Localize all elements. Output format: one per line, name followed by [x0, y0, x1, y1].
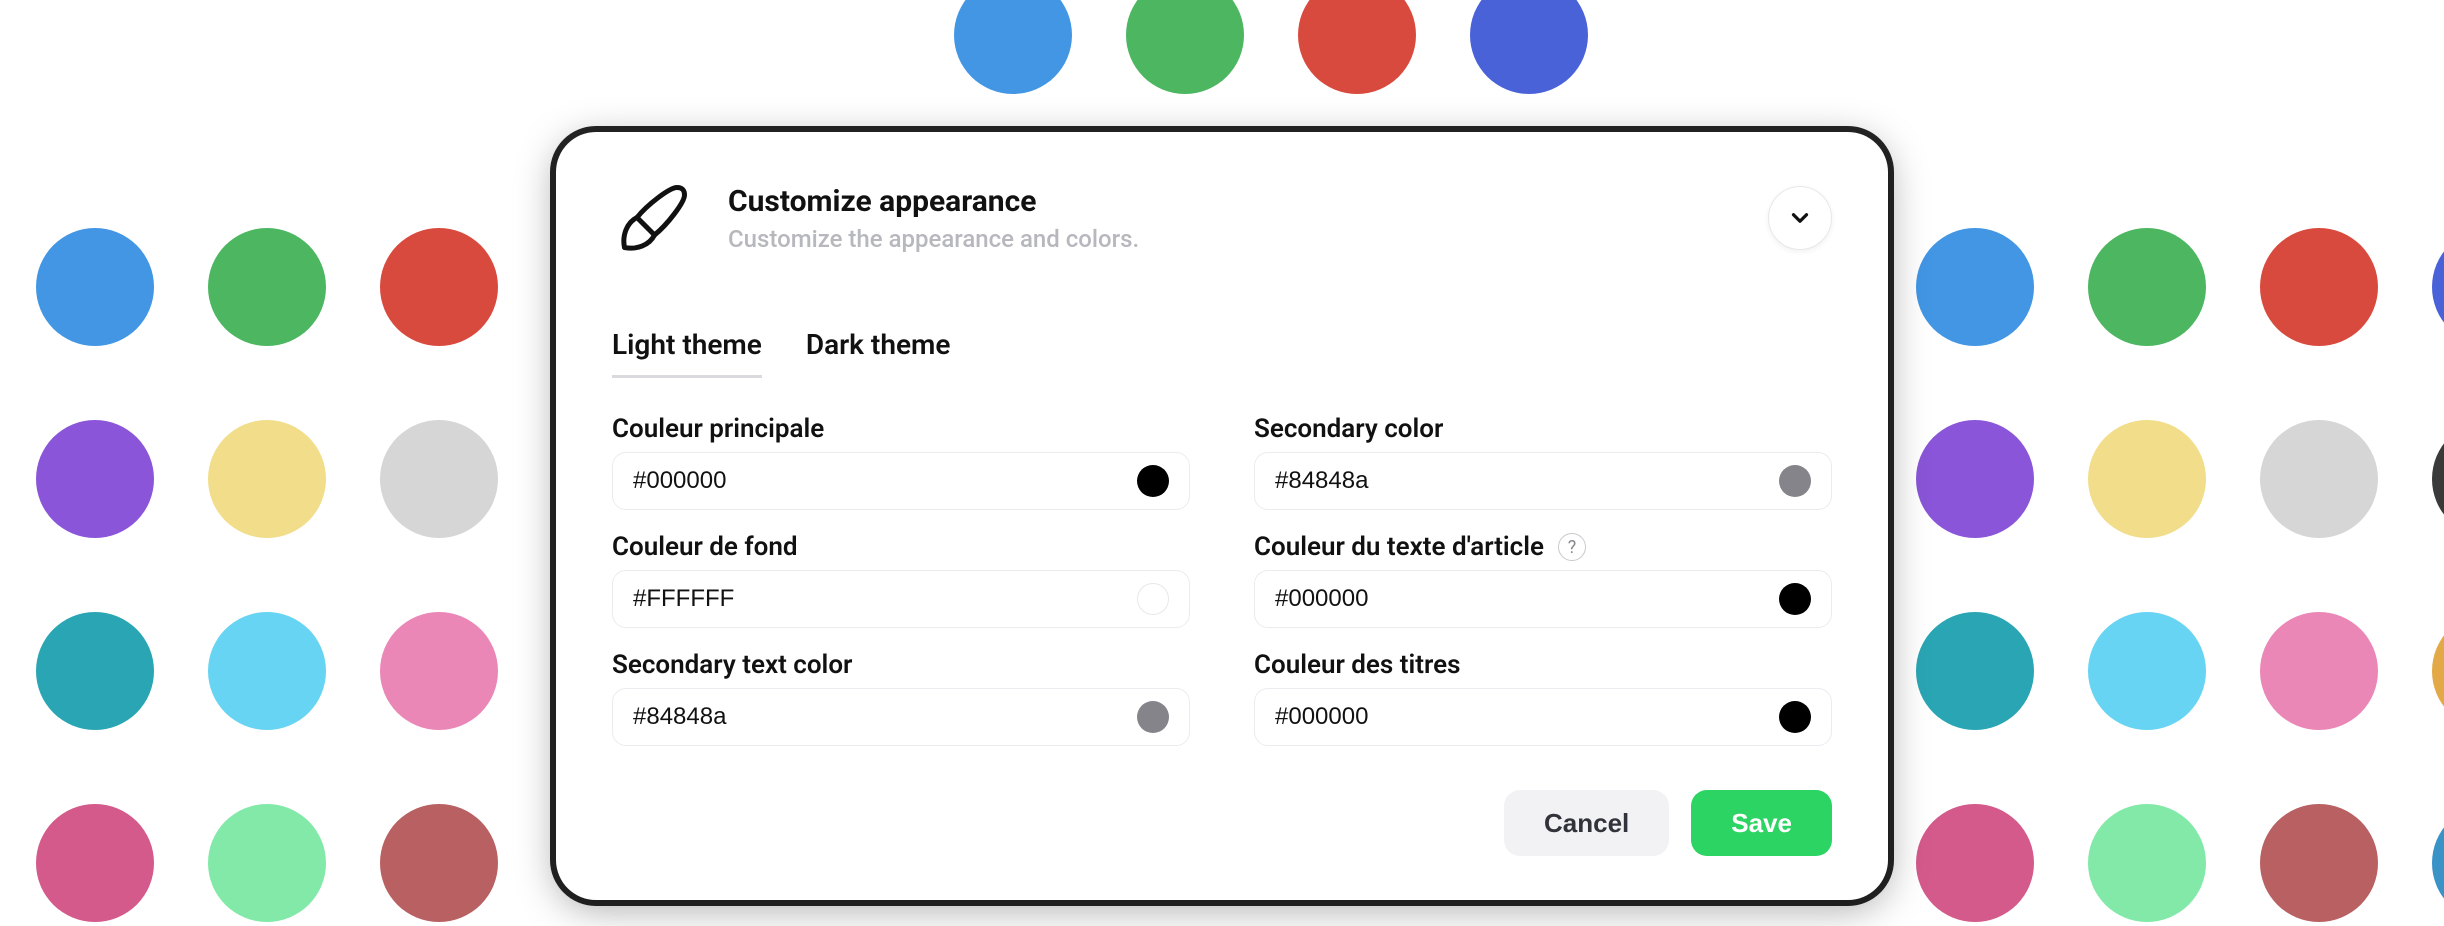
field-label: Secondary color: [1254, 414, 1443, 444]
field-secondary-text-color: Secondary text color: [612, 650, 1190, 746]
theme-tabs: Light theme Dark theme: [612, 328, 1832, 378]
field-secondary-color: Secondary color: [1254, 414, 1832, 510]
color-text-input[interactable]: [633, 467, 1137, 495]
tab-dark-theme[interactable]: Dark theme: [806, 328, 951, 378]
color-swatch[interactable]: [1137, 583, 1169, 615]
collapse-button[interactable]: [1768, 186, 1832, 250]
card-actions: Cancel Save: [612, 790, 1832, 856]
bg-dot: [380, 420, 498, 538]
appearance-card: Customize appearance Customize the appea…: [556, 132, 1888, 900]
color-swatch[interactable]: [1779, 583, 1811, 615]
bg-dot: [1916, 804, 2034, 922]
tab-light-theme[interactable]: Light theme: [612, 328, 762, 378]
bg-dot: [380, 612, 498, 730]
color-input-secondary[interactable]: [1254, 452, 1832, 510]
card-title: Customize appearance: [728, 184, 1832, 219]
color-input-principale[interactable]: [612, 452, 1190, 510]
bg-dot: [380, 228, 498, 346]
color-text-input[interactable]: [633, 585, 1137, 613]
header-text: Customize appearance Customize the appea…: [728, 180, 1832, 253]
field-label: Couleur du texte d'article: [1254, 532, 1544, 562]
bg-dot: [36, 228, 154, 346]
cancel-button[interactable]: Cancel: [1504, 790, 1669, 856]
bg-dot: [2432, 612, 2444, 730]
color-swatch[interactable]: [1779, 465, 1811, 497]
color-input-article[interactable]: [1254, 570, 1832, 628]
color-text-input[interactable]: [1275, 703, 1779, 731]
field-label: Couleur de fond: [612, 532, 798, 562]
field-texte-article: Couleur du texte d'article ?: [1254, 532, 1832, 628]
color-swatch[interactable]: [1779, 701, 1811, 733]
bg-dot: [208, 804, 326, 922]
bg-dot: [36, 420, 154, 538]
color-swatch[interactable]: [1137, 465, 1169, 497]
color-fields-grid: Couleur principale Secondary color Coule…: [612, 414, 1832, 746]
bg-dot: [1916, 228, 2034, 346]
color-input-secondary-text[interactable]: [612, 688, 1190, 746]
bg-dot: [2088, 804, 2206, 922]
bg-dot: [2260, 804, 2378, 922]
bg-dot: [36, 804, 154, 922]
bg-dot: [2432, 420, 2444, 538]
bg-dot: [2432, 804, 2444, 922]
field-label: Couleur des titres: [1254, 650, 1460, 680]
field-couleur-titres: Couleur des titres: [1254, 650, 1832, 746]
bg-dot: [380, 804, 498, 922]
card-header: Customize appearance Customize the appea…: [612, 180, 1832, 260]
bg-dot: [1916, 420, 2034, 538]
chevron-down-icon: [1787, 205, 1813, 231]
bg-dot: [1470, 0, 1588, 94]
bg-dot: [208, 228, 326, 346]
color-text-input[interactable]: [1275, 467, 1779, 495]
color-text-input[interactable]: [1275, 585, 1779, 613]
bg-dot: [1916, 612, 2034, 730]
field-label: Couleur principale: [612, 414, 824, 444]
bg-dot: [2088, 228, 2206, 346]
bg-dot: [208, 420, 326, 538]
bg-dot: [2260, 612, 2378, 730]
field-label: Secondary text color: [612, 650, 852, 680]
bg-dot: [36, 612, 154, 730]
field-couleur-fond: Couleur de fond: [612, 532, 1190, 628]
bg-dot: [2260, 228, 2378, 346]
bg-dot: [208, 612, 326, 730]
save-button[interactable]: Save: [1691, 790, 1832, 856]
bg-dot: [954, 0, 1072, 94]
bg-dot: [2432, 228, 2444, 346]
card-subtitle: Customize the appearance and colors.: [728, 225, 1832, 253]
field-couleur-principale: Couleur principale: [612, 414, 1190, 510]
color-input-fond[interactable]: [612, 570, 1190, 628]
color-text-input[interactable]: [633, 703, 1137, 731]
help-icon[interactable]: ?: [1558, 533, 1586, 561]
brush-icon: [612, 180, 692, 260]
color-swatch[interactable]: [1137, 701, 1169, 733]
color-input-titres[interactable]: [1254, 688, 1832, 746]
bg-dot: [2260, 420, 2378, 538]
bg-dot: [1298, 0, 1416, 94]
bg-dot: [2088, 420, 2206, 538]
bg-dot: [1126, 0, 1244, 94]
bg-dot: [2088, 612, 2206, 730]
